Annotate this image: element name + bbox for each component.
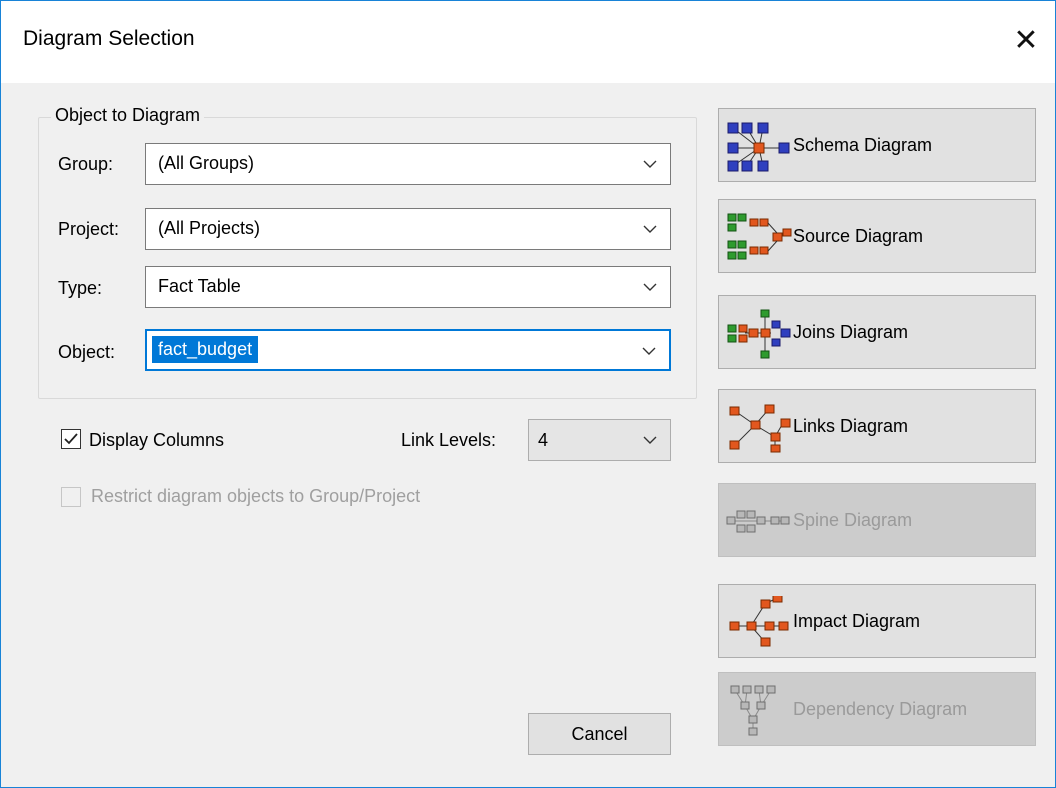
schema-diagram-button[interactable]: Schema Diagram <box>718 108 1036 182</box>
object-dropdown[interactable]: fact_budget <box>145 329 671 371</box>
project-dropdown[interactable]: (All Projects) <box>145 208 671 250</box>
schema-icon <box>727 122 790 172</box>
type-dropdown[interactable]: Fact Table <box>145 266 671 308</box>
chevron-down-icon <box>642 347 656 355</box>
link-levels-value: 4 <box>538 430 549 450</box>
checkmark-icon <box>64 433 78 445</box>
schema-diagram-label: Schema Diagram <box>793 135 933 155</box>
links-diagram-label: Links Diagram <box>793 416 909 436</box>
title-bar: Diagram Selection ✕ <box>1 1 1055 83</box>
joins-diagram-button[interactable]: Joins Diagram <box>718 295 1036 369</box>
chevron-down-icon <box>643 225 657 233</box>
display-columns-label[interactable]: Display Columns <box>89 430 224 451</box>
dependency-diagram-button: Dependency Diagram <box>718 672 1036 746</box>
type-value: Fact Table <box>158 276 241 296</box>
spine-diagram-label: Spine Diagram <box>793 510 913 530</box>
spine-diagram-button: Spine Diagram <box>718 483 1036 557</box>
object-label: Object: <box>58 342 116 362</box>
impact-diagram-label: Impact Diagram <box>793 611 921 631</box>
project-value: (All Projects) <box>158 218 261 238</box>
display-columns-checkbox[interactable] <box>61 429 81 449</box>
links-diagram-button[interactable]: Links Diagram <box>718 389 1036 463</box>
groupbox-legend: Object to Diagram <box>51 105 205 126</box>
dependency-icon <box>730 685 776 736</box>
chevron-down-icon <box>643 283 657 291</box>
close-icon[interactable]: ✕ <box>997 15 1055 65</box>
dialog-window: Diagram Selection ✕ Object to Diagram Gr… <box>0 0 1056 788</box>
group-value: (All Groups) <box>158 153 255 173</box>
joins-diagram-label: Joins Diagram <box>793 322 909 342</box>
source-diagram-button[interactable]: Source Diagram <box>718 199 1036 273</box>
group-label: Group: <box>58 154 114 174</box>
impact-icon <box>729 596 789 647</box>
chevron-down-icon <box>643 160 657 168</box>
dependency-diagram-label: Dependency Diagram <box>793 699 968 719</box>
impact-diagram-button[interactable]: Impact Diagram <box>718 584 1036 658</box>
source-icon <box>727 213 792 260</box>
dialog-title: Diagram Selection <box>23 27 195 50</box>
spine-icon <box>726 510 790 533</box>
type-label: Type: <box>58 278 103 298</box>
object-value: fact_budget <box>152 336 259 363</box>
project-label: Project: <box>58 219 120 239</box>
restrict-label: Restrict diagram objects to Group/Projec… <box>91 486 421 506</box>
link-levels-dropdown[interactable]: 4 <box>528 419 671 461</box>
link-levels-label: Link Levels: <box>401 430 497 450</box>
cancel-button[interactable]: Cancel <box>528 713 671 755</box>
chevron-down-icon <box>643 436 657 444</box>
source-diagram-label: Source Diagram <box>793 226 924 246</box>
links-icon <box>729 404 791 453</box>
joins-icon <box>727 309 791 359</box>
restrict-checkbox <box>61 487 81 507</box>
group-dropdown[interactable]: (All Groups) <box>145 143 671 185</box>
